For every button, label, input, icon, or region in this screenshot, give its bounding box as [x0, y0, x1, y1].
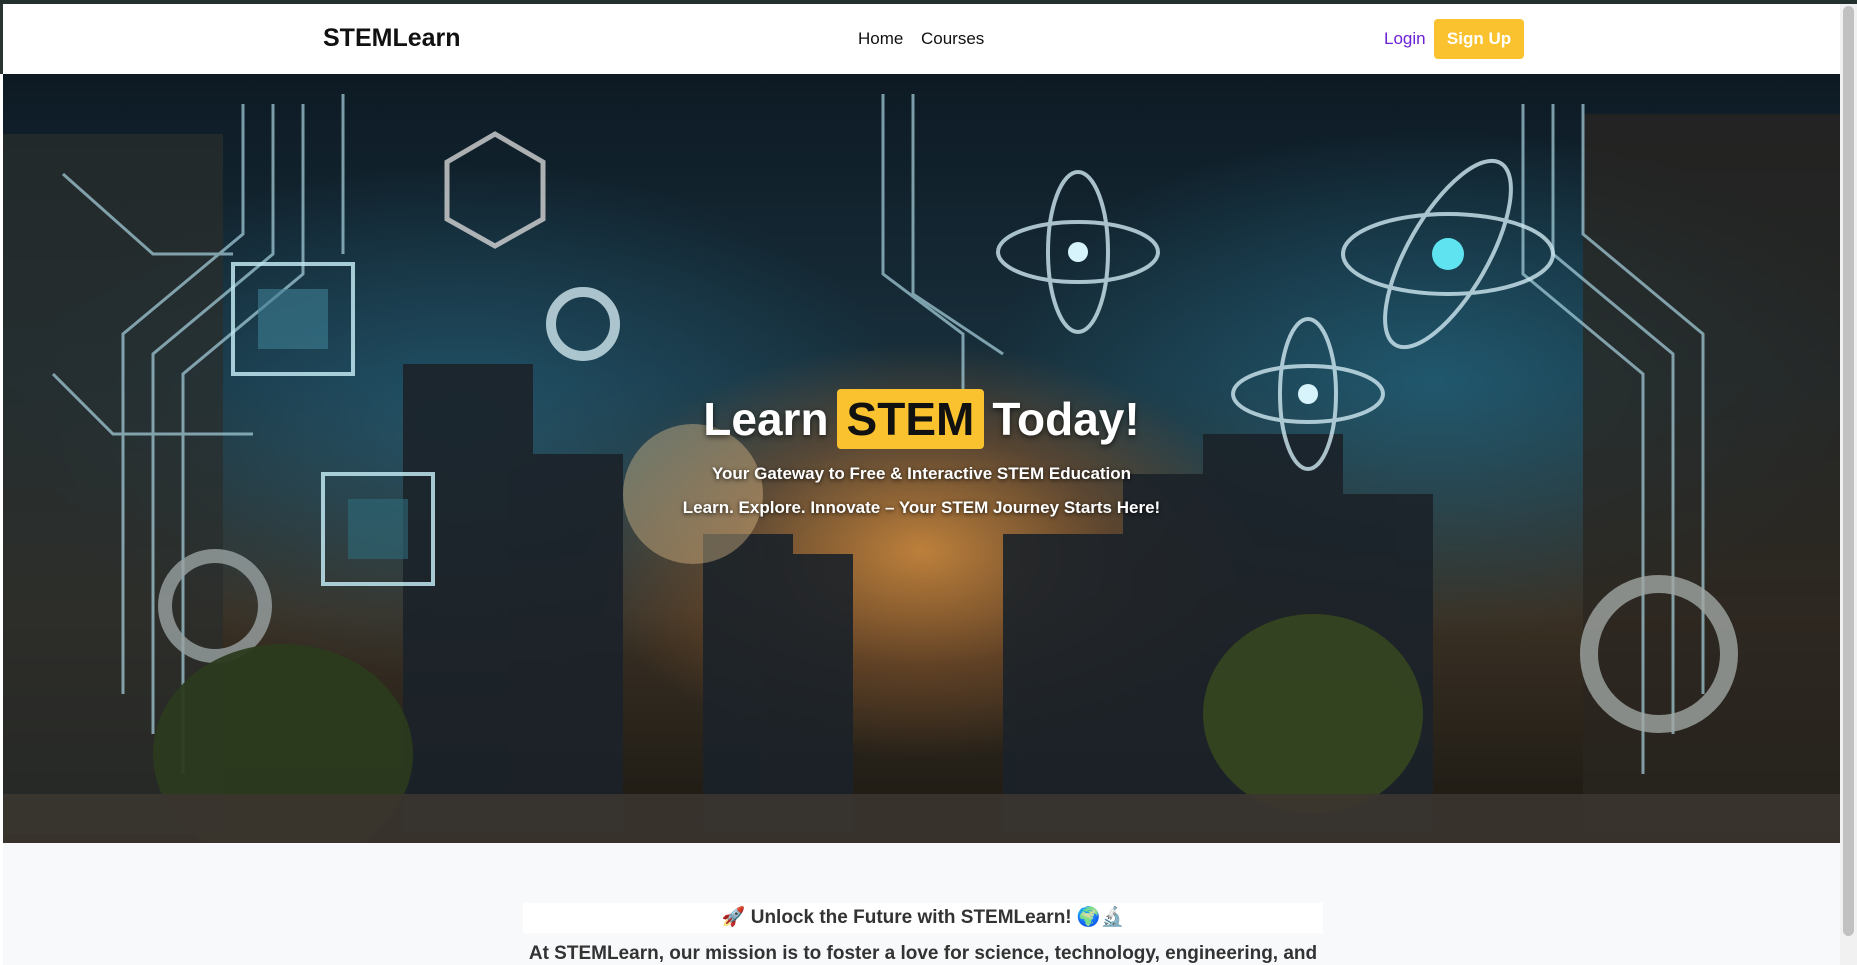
- hero-tagline: Learn. Explore. Innovate – Your STEM Jou…: [682, 498, 1161, 517]
- mission-text: At STEMLearn, our mission is to foster a…: [528, 943, 1318, 964]
- hero-banner: Learn STEM Today! Your Gateway to Free & I…: [3, 74, 1840, 843]
- page-scrollbar[interactable]: [1840, 4, 1857, 965]
- hero-background-image: [3, 94, 1840, 843]
- nav-link-courses[interactable]: Courses: [921, 29, 984, 49]
- intro-heading: 🚀 Unlock the Future with STEMLearn! 🌍🔬: [523, 903, 1323, 933]
- scrollbar-thumb[interactable]: [1843, 6, 1854, 936]
- login-link[interactable]: Login: [1384, 29, 1426, 49]
- signup-button[interactable]: Sign Up: [1434, 19, 1524, 59]
- hero-title-learn: Learn: [703, 393, 829, 445]
- nav-link-home[interactable]: Home: [858, 29, 903, 49]
- brand-logo[interactable]: STEMLearn: [323, 24, 461, 53]
- navbar: STEMLearn Home Courses Login Sign Up: [0, 4, 1840, 74]
- hero-title-highlight: STEM: [836, 389, 985, 449]
- hero-subtitle: Your Gateway to Free & Interactive STEM …: [711, 464, 1132, 483]
- hero-title: Learn STEM Today!: [3, 389, 1840, 449]
- intro-section: 🚀 Unlock the Future with STEMLearn! 🌍🔬 A…: [3, 843, 1840, 965]
- hero-title-today: Today!: [992, 393, 1140, 445]
